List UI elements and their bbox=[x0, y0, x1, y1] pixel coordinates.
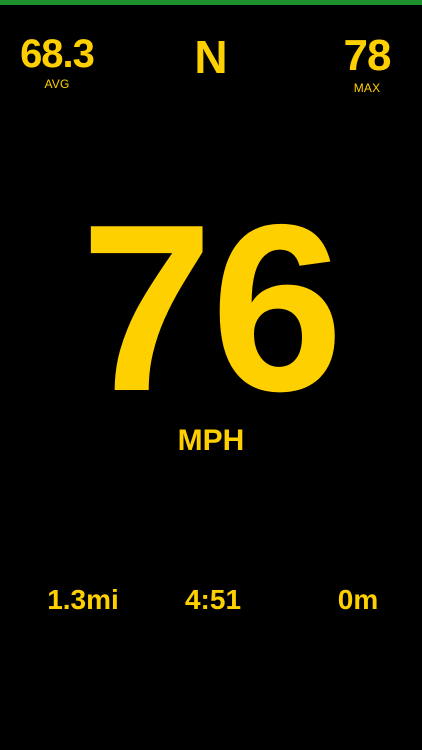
max-speed-value: 78 bbox=[343, 31, 392, 80]
altitude: 0m bbox=[337, 584, 379, 615]
speed-unit: MPH bbox=[177, 424, 245, 457]
max-speed-label: MAX bbox=[353, 81, 381, 95]
average-speed-value: 68.3 bbox=[20, 32, 95, 76]
compass-heading: N bbox=[194, 31, 228, 83]
top-accent-bar bbox=[0, 0, 422, 5]
max-speed: 78 MAX bbox=[332, 31, 402, 95]
trip-time: 4:51 bbox=[184, 584, 242, 615]
average-speed: 68.3 AVG bbox=[8, 34, 106, 90]
average-speed-label: AVG bbox=[44, 77, 70, 91]
current-speed: 76 bbox=[80, 176, 344, 441]
trip-distance: 1.3mi bbox=[47, 584, 119, 615]
